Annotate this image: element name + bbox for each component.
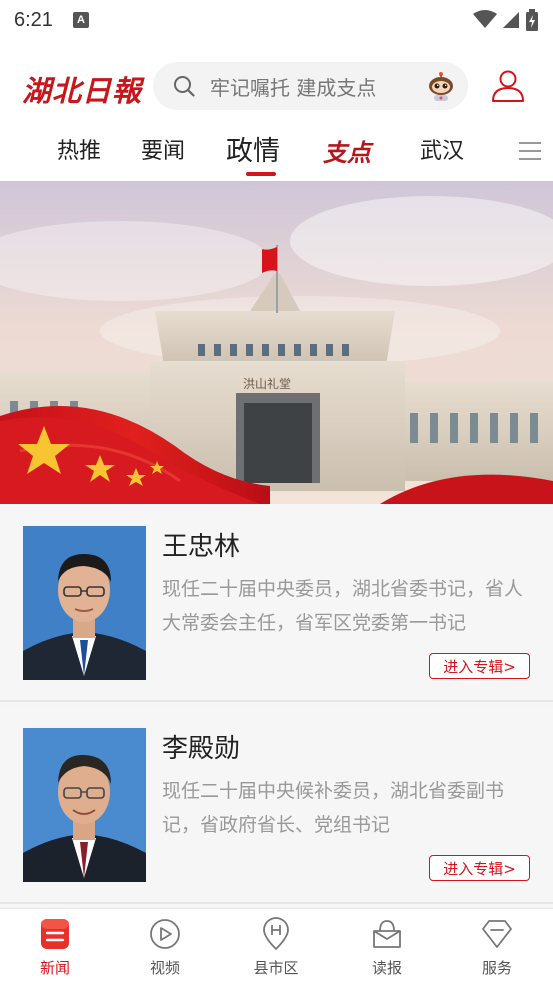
nav-label: 县市区 xyxy=(253,959,299,977)
tab-hot[interactable]: 热推 xyxy=(57,133,101,165)
header: 湖北日報 牢记嘱托 建成支点 xyxy=(0,62,553,112)
status-indicators xyxy=(473,9,539,31)
service-icon xyxy=(482,920,512,948)
notification-a-icon: A xyxy=(72,12,89,28)
battery-icon xyxy=(526,9,538,31)
portrait-image xyxy=(23,728,146,882)
status-bar: 6:21 A xyxy=(0,0,553,40)
search-icon xyxy=(174,76,195,97)
banner-image[interactable]: 洪山礼堂 xyxy=(0,181,553,504)
county-icon xyxy=(263,917,289,950)
enter-album-button[interactable]: 进入专辑> xyxy=(429,653,530,679)
nav-newspaper[interactable]: 读报 xyxy=(337,917,437,978)
leader-description: 现任二十届中央候补委员，湖北省委副书记，省政府省长、党组书记 xyxy=(162,780,505,836)
leader-list: 王忠林 现任二十届中央委员，湖北省委书记，省人大常委会主任，省军区党委第一书记 … xyxy=(0,504,553,908)
video-icon xyxy=(150,919,180,949)
list-item[interactable]: 李殿勋 现任二十届中央候补委员，湖北省委副书记，省政府省长、党组书记 进入专辑> xyxy=(0,706,553,904)
search-input[interactable]: 牢记嘱托 建成支点 xyxy=(210,72,376,101)
channel-tabs: 热推 要闻 政情 支点 武汉 xyxy=(0,125,553,180)
news-icon xyxy=(41,919,69,949)
nav-county[interactable]: 县市区 xyxy=(226,917,326,978)
hubei-daily-logo: 湖北日報 xyxy=(22,74,143,108)
nav-news[interactable]: 新闻 xyxy=(5,917,105,978)
leader-name: 李殿勋 xyxy=(162,734,241,764)
nav-label: 视频 xyxy=(149,959,180,977)
tab-wuhan[interactable]: 武汉 xyxy=(420,133,464,165)
building-sign: 洪山礼堂 xyxy=(243,376,291,391)
nav-service[interactable]: 服务 xyxy=(447,917,547,978)
cell-signal-icon xyxy=(503,12,519,28)
robot-assistant-icon[interactable] xyxy=(425,70,457,102)
leader-name: 王忠林 xyxy=(162,532,241,562)
portrait-image xyxy=(23,526,146,680)
hongshan-hall-banner: 洪山礼堂 xyxy=(0,181,553,504)
newspaper-icon xyxy=(373,920,401,948)
tab-news[interactable]: 要闻 xyxy=(141,133,185,165)
menu-icon[interactable] xyxy=(518,139,542,163)
nav-video[interactable]: 视频 xyxy=(115,917,215,978)
leader-description: 现任二十届中央委员，湖北省委书记，省人大常委会主任，省军区党委第一书记 xyxy=(162,578,524,634)
status-time: 6:21 xyxy=(14,8,53,31)
nav-label: 服务 xyxy=(481,959,512,977)
user-profile-icon[interactable] xyxy=(490,68,526,104)
bottom-navigation: 新闻 视频 县市区 读报 服务 xyxy=(0,908,553,984)
enter-album-button[interactable]: 进入专辑> xyxy=(429,855,530,881)
tab-politics[interactable]: 政情 xyxy=(226,129,280,168)
nav-label: 读报 xyxy=(371,959,402,977)
nav-label: 新闻 xyxy=(39,959,70,977)
tab-pivot[interactable]: 支点 xyxy=(323,133,371,168)
active-tab-indicator xyxy=(246,172,276,176)
wifi-icon xyxy=(473,10,497,28)
list-item[interactable]: 王忠林 现任二十届中央委员，湖北省委书记，省人大常委会主任，省军区党委第一书记 … xyxy=(0,504,553,702)
search-bar[interactable]: 牢记嘱托 建成支点 xyxy=(153,62,468,110)
